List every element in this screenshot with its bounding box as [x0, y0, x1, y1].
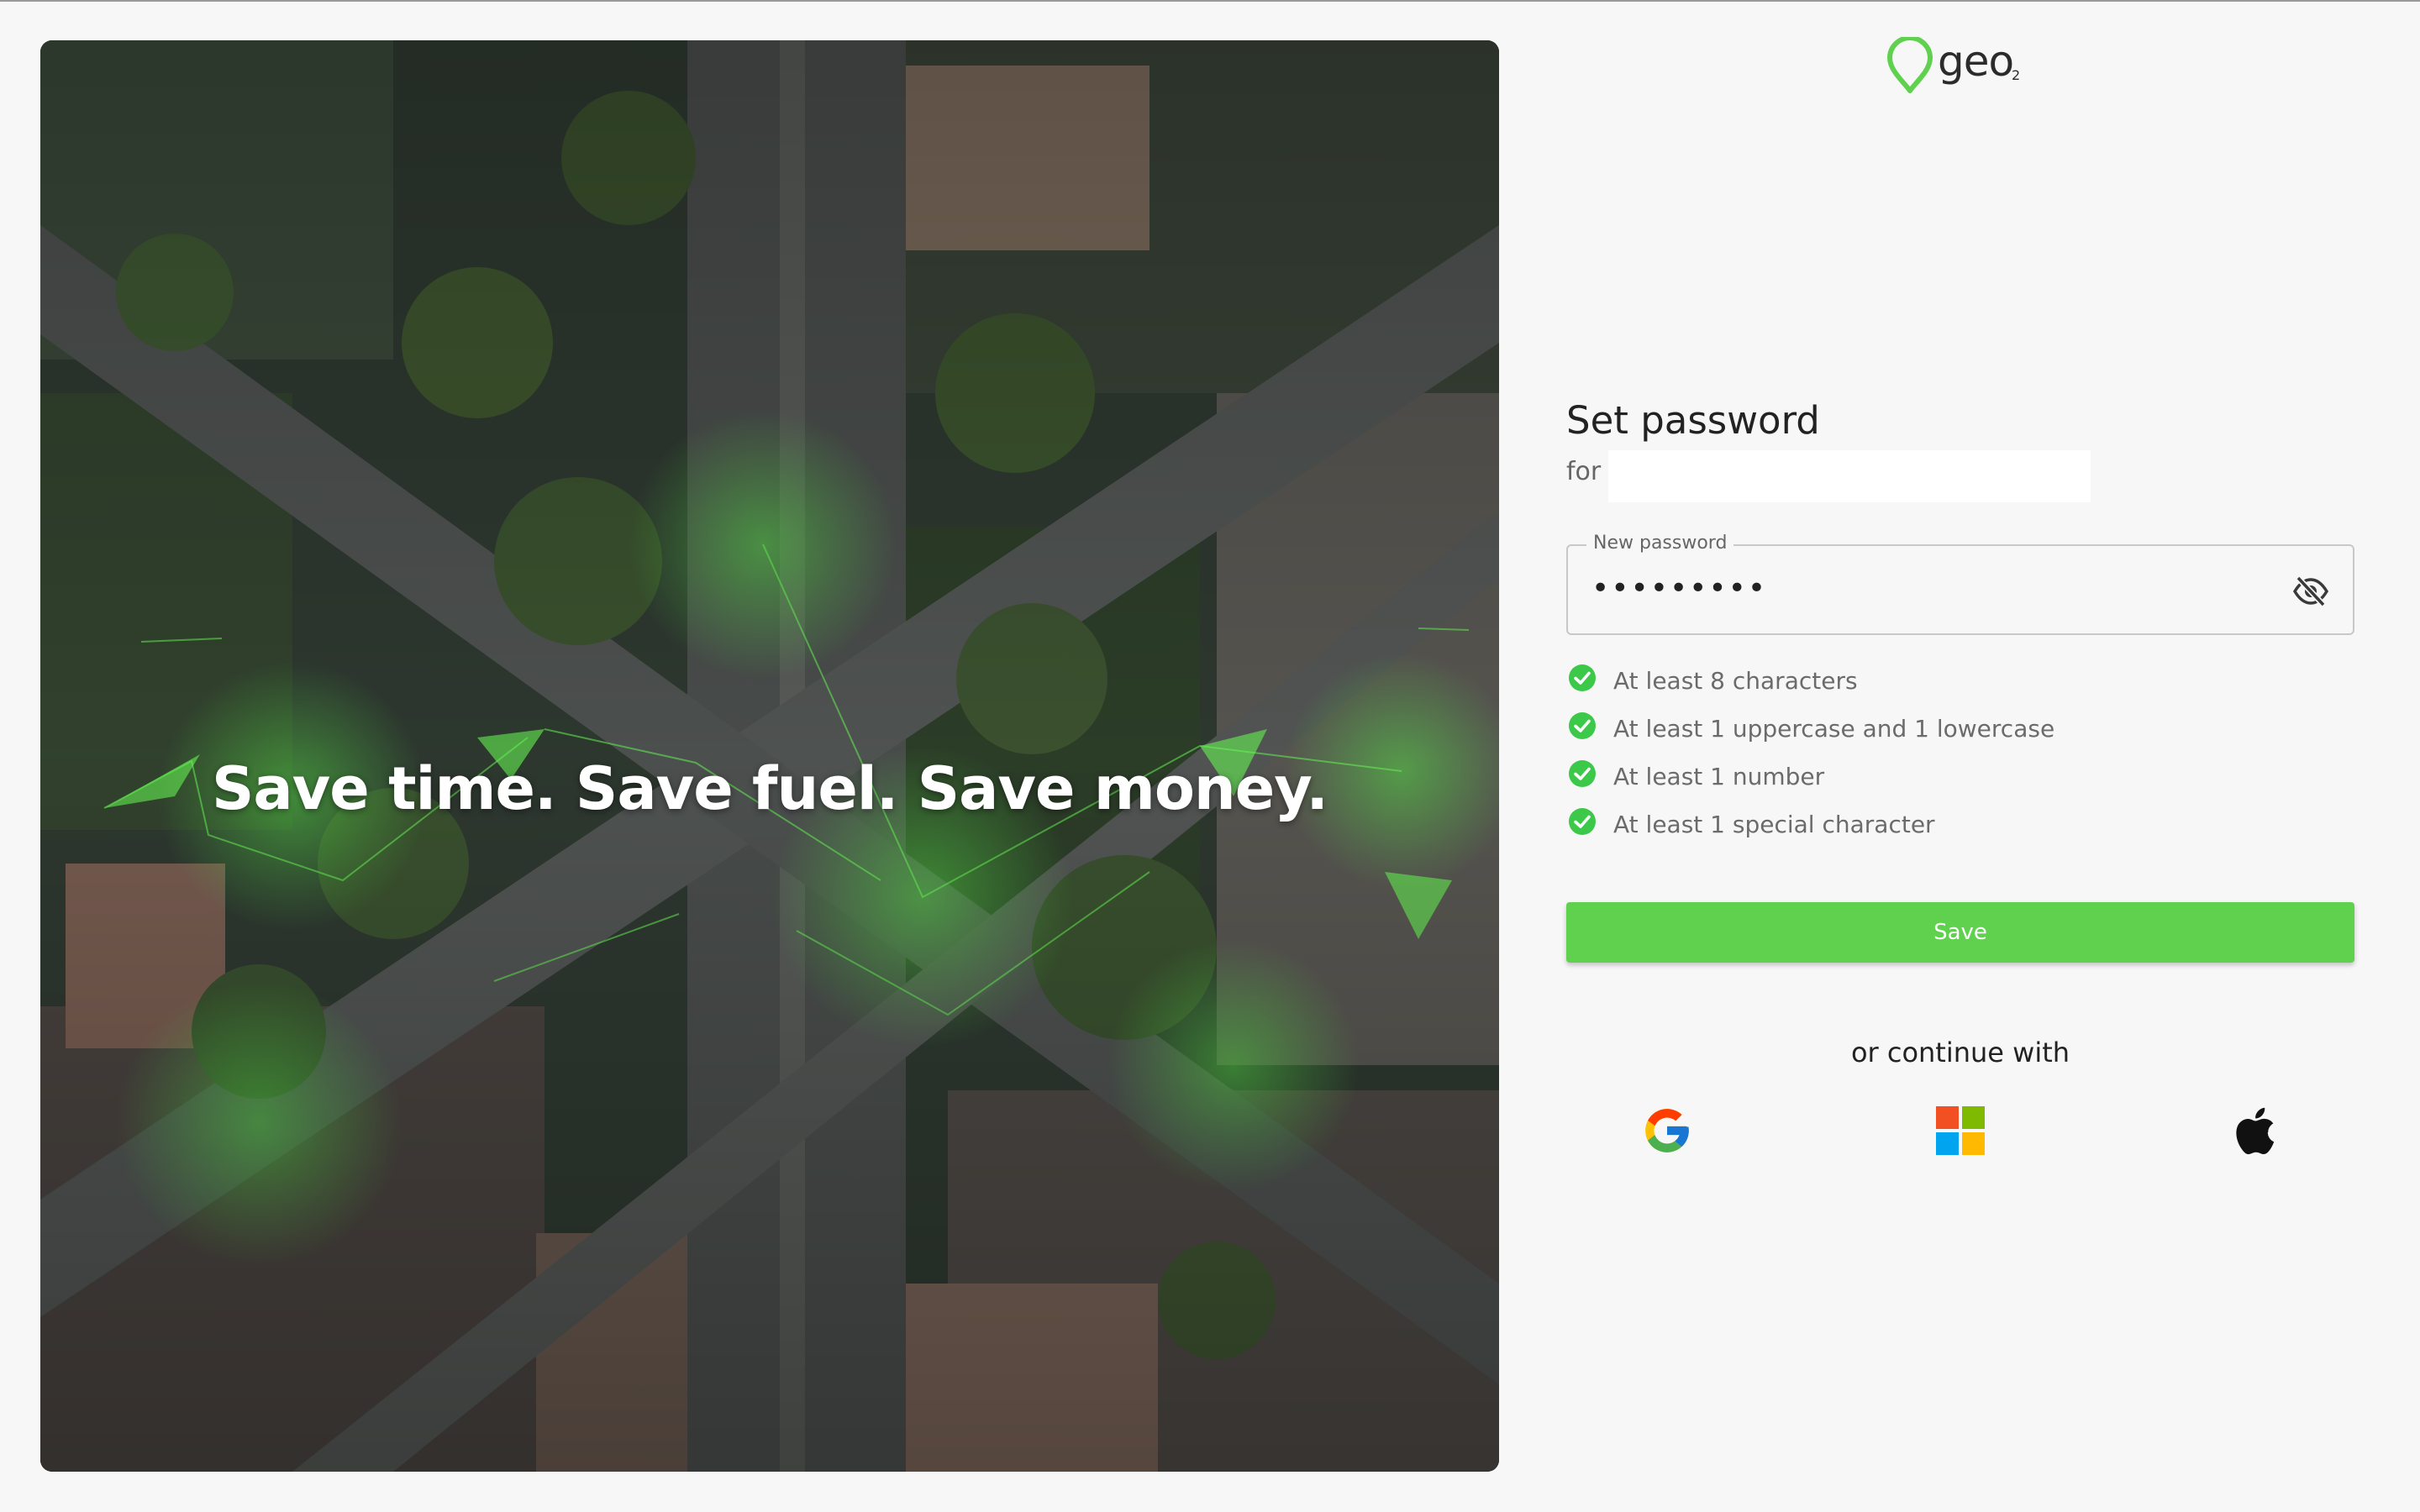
password-rules-list: At least 8 characters At least 1 upperca… [1566, 660, 2354, 852]
password-rule-text: At least 1 special character [1613, 811, 1935, 838]
password-rule: At least 1 uppercase and 1 lowercase [1566, 708, 2354, 756]
google-login-button[interactable] [1634, 1097, 1701, 1164]
password-rule: At least 8 characters [1566, 660, 2354, 708]
microsoft-login-button[interactable] [1927, 1097, 1994, 1164]
password-rule: At least 1 special character [1566, 804, 2354, 852]
google-icon [1645, 1109, 1689, 1152]
hero-tagline: Save time. Save fuel. Save money. [211, 754, 1328, 823]
logo-subscript: 2 [2012, 67, 2021, 83]
apple-login-button[interactable] [2220, 1097, 2287, 1164]
password-visibility-toggle[interactable] [2292, 575, 2329, 608]
for-label: for [1566, 457, 1602, 486]
password-rule-text: At least 1 number [1613, 763, 1825, 790]
eye-off-icon [2292, 575, 2329, 607]
geo2-logo: geo 2 [1886, 37, 2028, 97]
email-redaction [1608, 450, 2091, 502]
top-border [0, 0, 2420, 2]
page-title: Set password [1566, 398, 1820, 443]
password-rule-text: At least 8 characters [1613, 667, 1858, 695]
new-password-input[interactable]: ••••••••• [1591, 571, 1767, 606]
microsoft-icon [1936, 1106, 1985, 1155]
map-pin-icon [1887, 37, 1933, 93]
or-continue-with-label: or continue with [1850, 1037, 2070, 1068]
check-circle-icon [1569, 760, 1596, 787]
hero-image-panel: Save time. Save fuel. Save money. [40, 40, 1499, 1472]
password-rule: At least 1 number [1566, 756, 2354, 804]
apple-icon [2236, 1107, 2275, 1155]
check-circle-icon [1569, 664, 1596, 691]
save-button[interactable]: Save [1566, 902, 2354, 963]
set-password-form: Set password for New password ••••••••• … [1566, 393, 2354, 1173]
social-login-row [1566, 1097, 2354, 1173]
password-rule-text: At least 1 uppercase and 1 lowercase [1613, 715, 2055, 743]
for-email-row: for [1566, 449, 2354, 504]
new-password-label: New password [1586, 533, 1734, 554]
check-circle-icon [1569, 712, 1596, 739]
new-password-field[interactable]: New password ••••••••• [1566, 533, 2354, 635]
logo-text: geo [1938, 37, 2014, 86]
check-circle-icon [1569, 808, 1596, 835]
